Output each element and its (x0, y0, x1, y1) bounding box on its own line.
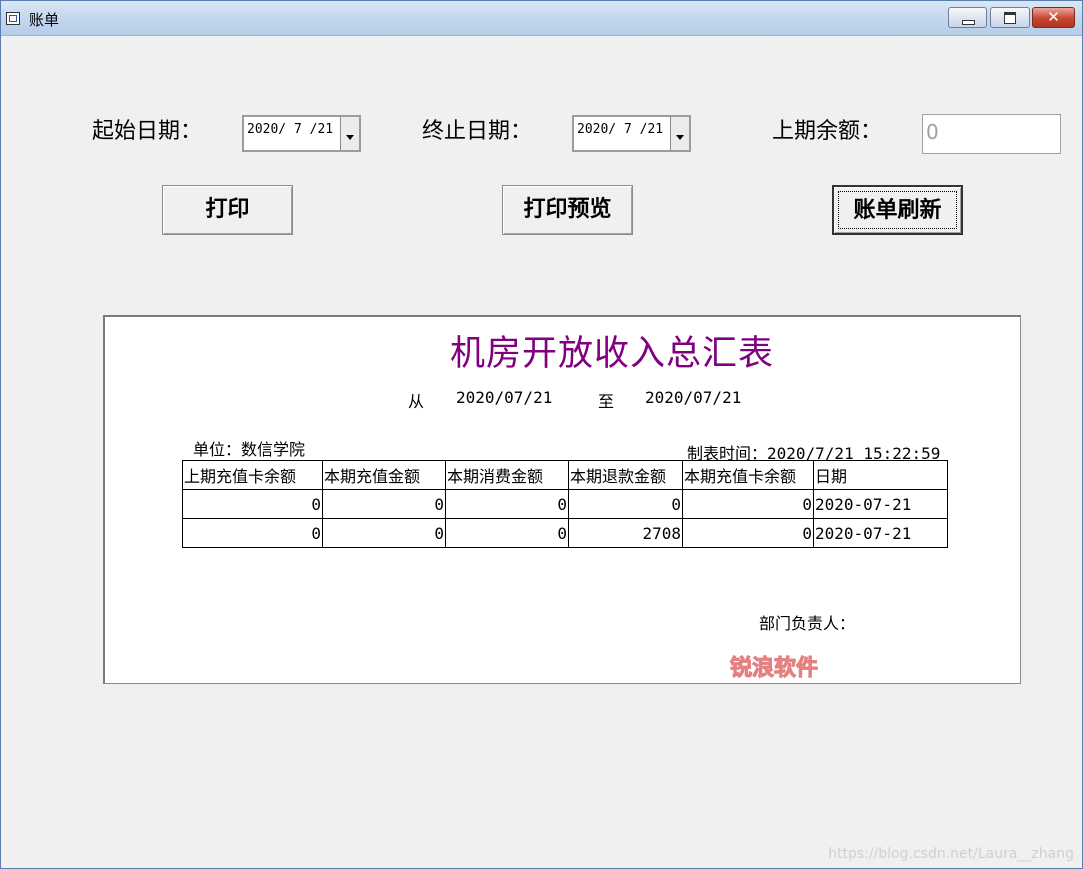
close-button[interactable]: ✕ (1032, 7, 1075, 28)
table-cell: 0 (322, 518, 446, 548)
column-header: 上期充值卡余额 (182, 460, 323, 490)
maximize-button[interactable] (990, 7, 1030, 28)
maximize-icon (1004, 12, 1016, 24)
column-header: 本期充值卡余额 (682, 460, 814, 490)
window-title: 账单 (29, 11, 60, 29)
report-title: 机房开放收入总汇表 (450, 334, 775, 374)
bill-window: 账单 ✕ 起始日期： 2020/ 7 /21 终止日期： 2020/ 7 /21… (0, 0, 1083, 869)
minimize-button[interactable] (948, 7, 987, 28)
balance-field[interactable]: 0 (922, 114, 1061, 154)
table-cell: 0 (182, 518, 323, 548)
table-cell: 0 (322, 489, 446, 519)
minimize-icon (962, 20, 975, 25)
close-icon: ✕ (1047, 8, 1060, 26)
report-watermark: 锐浪软件 GRID++REPORT (730, 656, 927, 684)
start-date-picker[interactable]: 2020/ 7 /21 (242, 115, 361, 152)
print-button[interactable]: 打印 (162, 185, 293, 235)
app-icon[interactable] (6, 12, 20, 25)
column-header: 本期消费金额 (445, 460, 569, 490)
summary-table: 上期充值卡余额 本期充值金额 本期消费金额 本期退款金额 本期充值卡余额 日期 … (182, 460, 948, 548)
table-cell: 0 (682, 518, 814, 548)
to-date: 2020/07/21 (645, 388, 742, 407)
end-date-picker[interactable]: 2020/ 7 /21 (572, 115, 691, 152)
table-row: 0 0 0 0 0 2020-07-21 (182, 489, 948, 519)
chevron-down-icon[interactable] (340, 117, 359, 150)
balance-value: 0 (926, 120, 939, 144)
from-date: 2020/07/21 (456, 388, 553, 407)
end-date-value: 2020/ 7 /21 (577, 122, 664, 137)
column-header: 本期充值金额 (322, 460, 446, 490)
table-cell: 0 (682, 489, 814, 519)
title-bar[interactable]: 账单 ✕ (1, 1, 1082, 36)
table-cell: 0 (445, 489, 569, 519)
refresh-bill-label: 账单刷新 (853, 197, 942, 223)
table-cell: 0 (182, 489, 323, 519)
column-header: 本期退款金额 (568, 460, 683, 490)
end-date-label: 终止日期： (422, 119, 533, 144)
to-label: 至 (598, 392, 615, 411)
report-preview[interactable]: 机房开放收入总汇表 从 2020/07/21 至 2020/07/21 单位：数… (103, 315, 1021, 684)
table-row: 0 0 0 2708 0 2020-07-21 (182, 518, 948, 548)
table-cell: 2708 (568, 518, 683, 548)
chevron-down-icon[interactable] (670, 117, 689, 150)
footer-watermark: https://blog.csdn.net/Laura__zhang (828, 846, 1074, 862)
start-date-label: 起始日期： (92, 119, 203, 144)
refresh-bill-button[interactable]: 账单刷新 (832, 185, 963, 235)
table-cell: 2020-07-21 (813, 518, 948, 548)
print-preview-button[interactable]: 打印预览 (502, 185, 633, 235)
table-header-row: 上期充值卡余额 本期充值金额 本期消费金额 本期退款金额 本期充值卡余额 日期 (182, 460, 948, 490)
column-header: 日期 (813, 460, 948, 490)
table-cell: 0 (568, 489, 683, 519)
unit-text: 单位：数信学院 (193, 440, 306, 459)
balance-label: 上期余额： (772, 119, 883, 144)
table-cell: 0 (445, 518, 569, 548)
from-label: 从 (408, 392, 425, 411)
responsible-label: 部门负责人： (759, 614, 856, 633)
start-date-value: 2020/ 7 /21 (247, 122, 334, 137)
table-cell: 2020-07-21 (813, 489, 948, 519)
